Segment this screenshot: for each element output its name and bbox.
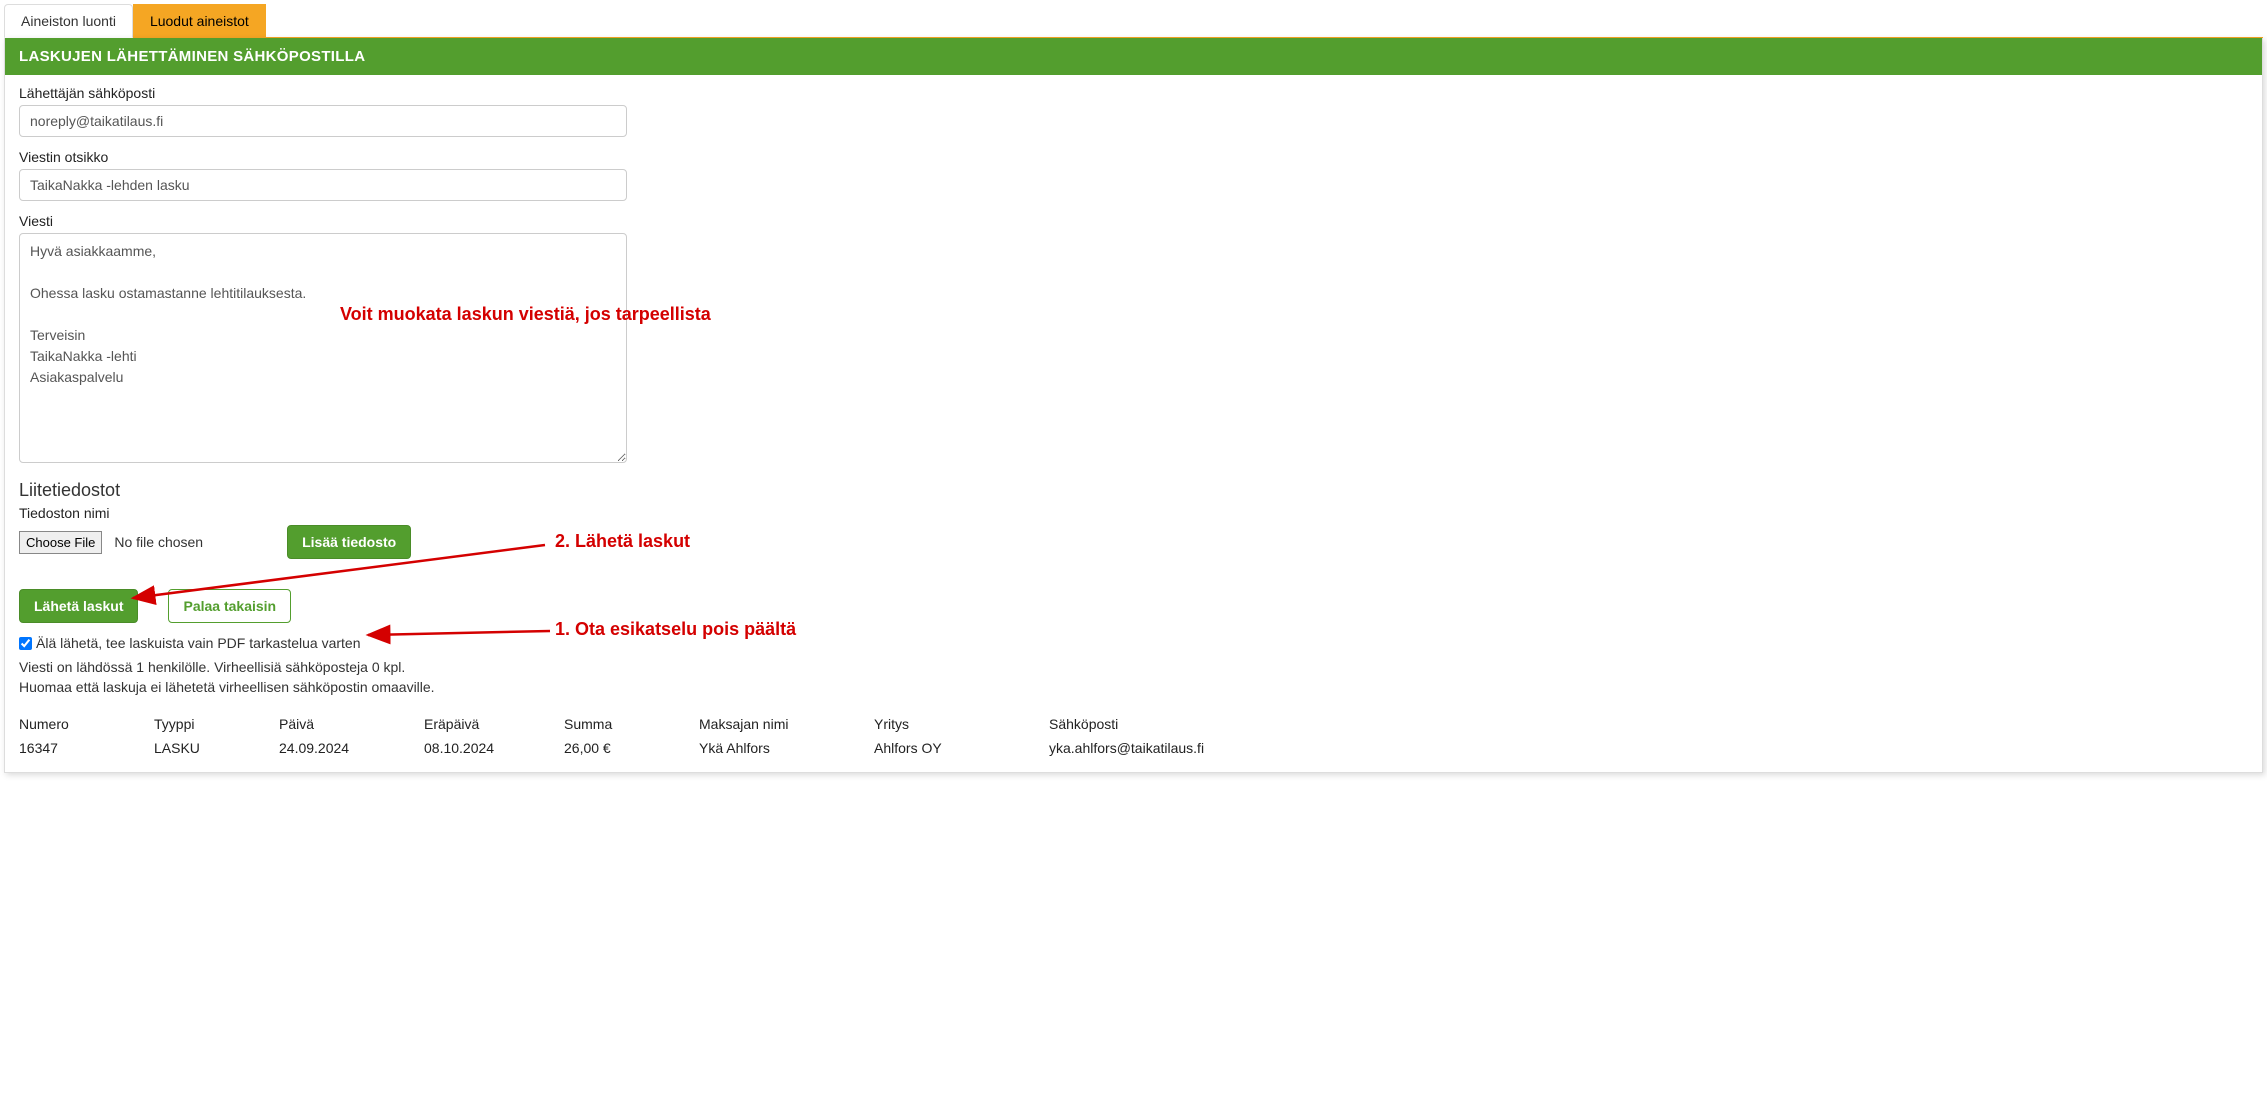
- action-button-row: Lähetä laskut Palaa takaisin: [19, 589, 2248, 623]
- th-yritys: Yritys: [874, 716, 1049, 732]
- tabs: Aineiston luonti Luodut aineistot: [4, 4, 2263, 38]
- sender-email-input[interactable]: [19, 105, 627, 137]
- td-numero: 16347: [19, 740, 154, 756]
- add-file-button[interactable]: Lisää tiedosto: [287, 525, 411, 559]
- attachments-heading: Liitetiedostot: [19, 480, 2248, 501]
- no-file-text: No file chosen: [114, 534, 203, 550]
- td-paiva: 24.09.2024: [279, 740, 424, 756]
- info-text: Viesti on lähdössä 1 henkilölle. Virheel…: [19, 657, 2248, 698]
- message-label: Viesti: [19, 213, 2248, 229]
- td-erapaiva: 08.10.2024: [424, 740, 564, 756]
- th-numero: Numero: [19, 716, 154, 732]
- subject-label: Viestin otsikko: [19, 149, 2248, 165]
- td-sahkoposti: yka.ahlfors@taikatilaus.fi: [1049, 740, 2248, 756]
- filename-label: Tiedoston nimi: [19, 505, 2248, 521]
- th-maksaja: Maksajan nimi: [699, 716, 874, 732]
- td-yritys: Ahlfors OY: [874, 740, 1049, 756]
- th-summa: Summa: [564, 716, 699, 732]
- preview-only-checkbox[interactable]: [19, 637, 32, 650]
- th-tyyppi: Tyyppi: [154, 716, 279, 732]
- info-line-1: Viesti on lähdössä 1 henkilölle. Virheel…: [19, 657, 2248, 677]
- invoice-table: Numero Tyyppi Päivä Eräpäivä Summa Maksa…: [5, 712, 2262, 760]
- table-header-row: Numero Tyyppi Päivä Eräpäivä Summa Maksa…: [19, 712, 2248, 736]
- th-erapaiva: Eräpäivä: [424, 716, 564, 732]
- choose-file-button[interactable]: Choose File: [19, 531, 102, 554]
- preview-only-label: Älä lähetä, tee laskuista vain PDF tarka…: [36, 635, 361, 651]
- send-invoices-button[interactable]: Lähetä laskut: [19, 589, 138, 623]
- th-paiva: Päivä: [279, 716, 424, 732]
- back-button[interactable]: Palaa takaisin: [168, 589, 291, 623]
- info-line-2: Huomaa että laskuja ei lähetetä virheell…: [19, 677, 2248, 697]
- table-row: 16347 LASKU 24.09.2024 08.10.2024 26,00 …: [19, 736, 2248, 760]
- preview-checkbox-row: Älä lähetä, tee laskuista vain PDF tarka…: [19, 635, 2248, 651]
- th-sahkoposti: Sähköposti: [1049, 716, 2248, 732]
- td-tyyppi: LASKU: [154, 740, 279, 756]
- message-textarea[interactable]: [19, 233, 627, 463]
- main-panel: LASKUJEN LÄHETTÄMINEN SÄHKÖPOSTILLA Lähe…: [4, 38, 2263, 773]
- td-summa: 26,00 €: [564, 740, 699, 756]
- panel-title: LASKUJEN LÄHETTÄMINEN SÄHKÖPOSTILLA: [5, 38, 2262, 75]
- file-row: Choose File No file chosen Lisää tiedost…: [19, 525, 2248, 559]
- subject-input[interactable]: [19, 169, 627, 201]
- sender-email-label: Lähettäjän sähköposti: [19, 85, 2248, 101]
- tab-created-materials[interactable]: Luodut aineistot: [133, 4, 266, 37]
- tab-create-material[interactable]: Aineiston luonti: [4, 4, 133, 38]
- form-section: Lähettäjän sähköposti Viestin otsikko Vi…: [5, 75, 2262, 698]
- td-maksaja: Ykä Ahlfors: [699, 740, 874, 756]
